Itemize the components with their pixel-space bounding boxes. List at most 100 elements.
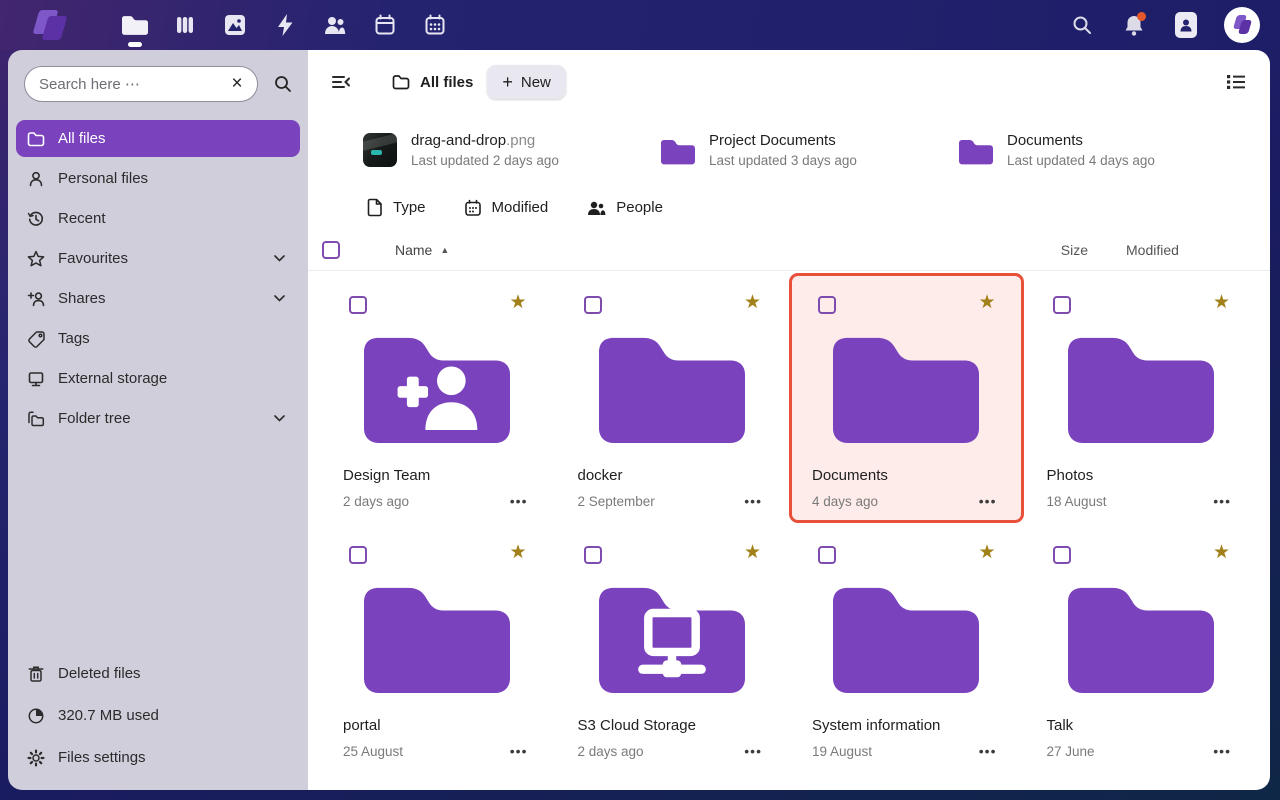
select-checkbox[interactable] xyxy=(584,546,602,564)
sidebar-item-personal-files[interactable]: Personal files xyxy=(16,160,300,197)
folder-icon xyxy=(661,135,695,165)
gear-icon xyxy=(27,749,45,767)
quota-pie-icon xyxy=(27,707,45,725)
select-checkbox[interactable] xyxy=(584,296,602,314)
select-all-checkbox[interactable] xyxy=(322,241,340,259)
favourite-star-icon: ★ xyxy=(744,541,761,564)
notifications-button[interactable] xyxy=(1120,11,1148,39)
new-button[interactable]: + New xyxy=(487,65,566,99)
unified-search-button[interactable] xyxy=(1068,11,1096,39)
app-contacts[interactable] xyxy=(322,10,348,40)
actions-menu-button[interactable]: ••• xyxy=(510,493,528,509)
select-checkbox[interactable] xyxy=(1053,296,1071,314)
chevron-down-icon[interactable] xyxy=(274,415,285,422)
sidebar-item-favourites[interactable]: Favourites xyxy=(16,240,300,277)
person-icon xyxy=(27,170,45,188)
recommended-file-drag-and-drop[interactable]: drag-and-drop.png Last updated 2 days ag… xyxy=(363,132,661,168)
grid-card-design-team[interactable]: ★ Design Team 2 days ago ••• xyxy=(320,273,555,523)
files-sidebar: × All files xyxy=(8,50,308,790)
select-checkbox[interactable] xyxy=(349,546,367,564)
favourite-star-icon: ★ xyxy=(509,541,526,564)
contacts-icon xyxy=(323,14,347,36)
filter-people[interactable]: People xyxy=(586,199,663,217)
filter-type[interactable]: Type xyxy=(366,198,426,217)
sidebar-item-files-settings[interactable]: Files settings xyxy=(16,739,300,776)
file-icon xyxy=(366,198,383,217)
column-size[interactable]: Size xyxy=(1061,242,1088,258)
recommended-folder-documents[interactable]: Documents Last updated 4 days ago xyxy=(959,132,1257,168)
files-grid: ★ Design Team 2 days ago ••• xyxy=(308,271,1270,773)
actions-menu-button[interactable]: ••• xyxy=(510,743,528,759)
activity-icon xyxy=(274,13,296,37)
app-logo[interactable] xyxy=(28,7,74,43)
select-checkbox[interactable] xyxy=(818,546,836,564)
select-checkbox[interactable] xyxy=(349,296,367,314)
folder-shared-icon xyxy=(339,332,536,443)
app-activity[interactable] xyxy=(272,10,298,40)
grid-card-portal[interactable]: ★ portal 25 August ••• xyxy=(320,523,555,773)
grid-card-talk[interactable]: ★ Talk 27 June ••• xyxy=(1024,523,1259,773)
sidebar-item-label: Personal files xyxy=(58,170,148,187)
grid-card-s3-cloud-storage[interactable]: ★ S3 Cloud Storage 2 days ago ••• xyxy=(555,523,790,773)
sidebar-item-shares[interactable]: Shares xyxy=(16,280,300,317)
sidebar-item-label: Favourites xyxy=(58,250,128,267)
filter-modified[interactable]: Modified xyxy=(464,199,549,217)
actions-menu-button[interactable]: ••• xyxy=(1213,493,1231,509)
file-date: 18 August xyxy=(1047,494,1107,509)
column-modified[interactable]: Modified xyxy=(1126,242,1212,258)
app-photos[interactable] xyxy=(222,10,248,40)
contacts-menu-button[interactable] xyxy=(1172,11,1200,39)
sidebar-item-recent[interactable]: Recent xyxy=(16,200,300,237)
filter-label: Type xyxy=(393,199,426,216)
favourite-star-icon: ★ xyxy=(1213,291,1230,314)
grid-card-photos[interactable]: ★ Photos 18 August ••• xyxy=(1024,273,1259,523)
recommended-folder-project-documents[interactable]: Project Documents Last updated 3 days ag… xyxy=(661,132,959,168)
sidebar-item-storage-quota[interactable]: 320.7 MB used xyxy=(16,697,300,734)
folder-icon xyxy=(122,14,148,36)
breadcrumb-label: All files xyxy=(420,74,473,91)
actions-menu-button[interactable]: ••• xyxy=(744,493,762,509)
grid-card-docker[interactable]: ★ docker 2 September ••• xyxy=(555,273,790,523)
app-switcher xyxy=(122,10,448,40)
sidebar-item-folder-tree[interactable]: Folder tree xyxy=(16,400,300,437)
breadcrumb[interactable]: All files xyxy=(392,73,473,91)
sidebar-item-all-files[interactable]: All files xyxy=(16,120,300,157)
sidebar-item-deleted-files[interactable]: Deleted files xyxy=(16,655,300,692)
grid-card-documents[interactable]: ★ Documents 4 days ago ••• xyxy=(789,273,1024,523)
app-dashboard[interactable] xyxy=(172,10,198,40)
search-input[interactable] xyxy=(24,66,258,102)
search-icon xyxy=(1071,14,1093,36)
sidebar-toggle-button[interactable] xyxy=(328,69,354,95)
sidebar-item-label: Tags xyxy=(58,330,90,347)
actions-menu-button[interactable]: ••• xyxy=(979,743,997,759)
chevron-down-icon[interactable] xyxy=(274,295,285,302)
actions-menu-button[interactable]: ••• xyxy=(979,493,997,509)
grid-card-system-information[interactable]: ★ System information 19 August ••• xyxy=(789,523,1024,773)
view-toggle-button[interactable] xyxy=(1222,68,1250,96)
sidebar-item-external-storage[interactable]: External storage xyxy=(16,360,300,397)
select-checkbox[interactable] xyxy=(1053,546,1071,564)
chevron-down-icon[interactable] xyxy=(274,255,285,262)
person-plus-icon xyxy=(27,290,45,308)
column-name[interactable]: Name ▲ xyxy=(395,242,449,258)
monitor-icon xyxy=(27,370,45,388)
calendar-grid-icon xyxy=(424,14,446,36)
file-name: drag-and-drop xyxy=(411,132,506,149)
filter-label: Modified xyxy=(492,199,549,216)
file-name: docker xyxy=(574,467,771,484)
filter-bar: Type Modified xyxy=(308,168,1270,217)
clear-search-button[interactable]: × xyxy=(226,73,248,95)
actions-menu-button[interactable]: ••• xyxy=(744,743,762,759)
file-name: Talk xyxy=(1043,717,1240,734)
select-checkbox[interactable] xyxy=(818,296,836,314)
search-submit-button[interactable] xyxy=(266,67,300,101)
file-name: Project Documents xyxy=(709,132,836,149)
sidebar-item-label: Deleted files xyxy=(58,665,141,682)
favourite-star-icon: ★ xyxy=(744,291,761,314)
actions-menu-button[interactable]: ••• xyxy=(1213,743,1231,759)
user-avatar[interactable] xyxy=(1224,7,1260,43)
app-calendar-grid[interactable] xyxy=(422,10,448,40)
sidebar-item-tags[interactable]: Tags xyxy=(16,320,300,357)
app-files[interactable] xyxy=(122,10,148,40)
app-calendar[interactable] xyxy=(372,10,398,40)
